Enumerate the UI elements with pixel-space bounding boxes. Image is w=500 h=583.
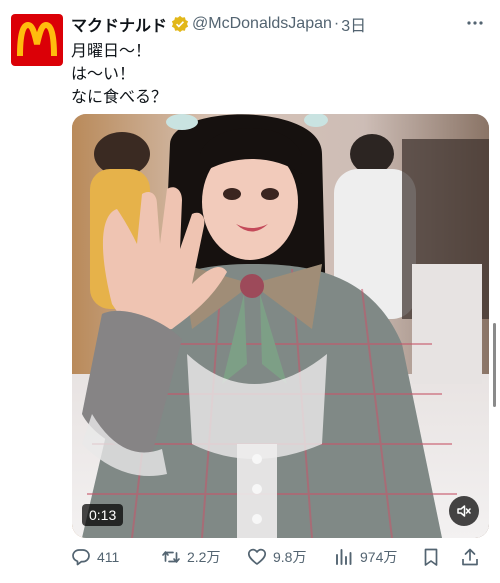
reply-icon xyxy=(72,549,90,566)
views-chart-icon xyxy=(336,549,352,565)
like-count: 9.8万 xyxy=(273,549,307,565)
separator-dot: · xyxy=(333,15,340,32)
views-count: 974万 xyxy=(360,549,398,565)
video-player[interactable]: 0:13 xyxy=(72,114,489,538)
repost-count: 2.2万 xyxy=(187,549,221,565)
bookmark-button[interactable] xyxy=(421,547,441,567)
tweet-text: 月曜日〜！ は〜い！ なに食べる？ xyxy=(71,40,471,109)
video-duration: 0:13 xyxy=(82,504,124,526)
reply-button[interactable]: 411 xyxy=(71,547,119,567)
tweet[interactable]: マクドナルド @McDonaldsJapan · 3日 月曜日〜！ は〜い！ な… xyxy=(0,0,500,583)
post-time[interactable]: 3日 xyxy=(341,12,366,36)
tweet-text-line: は〜い！ xyxy=(71,66,136,83)
tweet-text-line: 月曜日〜！ xyxy=(71,43,152,60)
display-name[interactable]: マクドナルド xyxy=(71,12,167,36)
more-options-button[interactable] xyxy=(464,12,486,34)
handle[interactable]: @McDonaldsJapan xyxy=(192,15,332,33)
tweet-text-line: なに食べる？ xyxy=(71,89,168,106)
share-button[interactable] xyxy=(460,547,480,567)
verified-badge-icon xyxy=(171,15,189,33)
action-bar: 411 2.2万 9.8万 974万 xyxy=(71,544,486,570)
speaker-muted-icon xyxy=(457,505,471,517)
share-icon xyxy=(462,548,478,566)
repost-icon xyxy=(162,551,180,563)
scrollbar-thumb[interactable] xyxy=(493,323,496,407)
more-dots-icon xyxy=(467,21,483,25)
like-button[interactable]: 9.8万 xyxy=(247,547,306,567)
repost-button[interactable]: 2.2万 xyxy=(161,547,220,567)
views-button[interactable]: 974万 xyxy=(334,547,397,567)
avatar[interactable] xyxy=(11,14,63,66)
tweet-header: マクドナルド @McDonaldsJapan · 3日 xyxy=(71,12,486,36)
mute-button[interactable] xyxy=(449,496,479,526)
mcdonalds-logo-icon xyxy=(17,21,57,57)
heart-icon xyxy=(247,548,267,565)
video-frame xyxy=(72,114,489,538)
bookmark-icon xyxy=(424,548,438,566)
reply-count: 411 xyxy=(97,549,120,565)
